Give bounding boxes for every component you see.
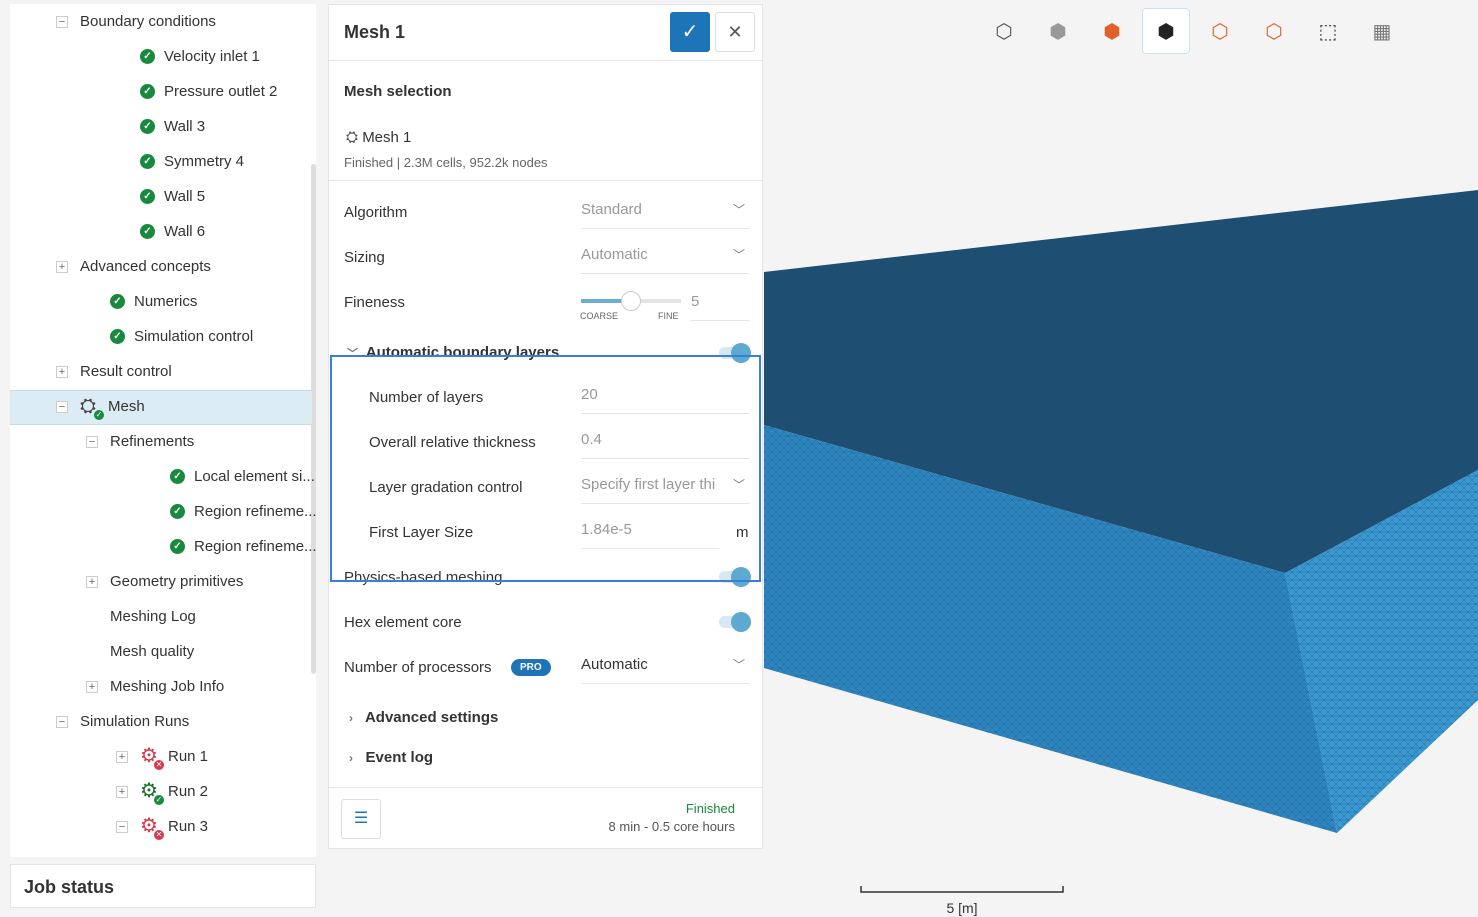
wireframe-view-icon[interactable]: ⬡: [980, 8, 1028, 54]
scale-label: 5 [m]: [946, 900, 977, 916]
view-toolbar: ⬡ ⬢ ⬢ ⬢ ⬡ ⬡ ⬚ ▦: [980, 8, 1406, 54]
surface-selection-icon[interactable]: ⬢: [1142, 8, 1190, 54]
solid-edges-icon[interactable]: ⬢: [1088, 8, 1136, 54]
solid-view-icon[interactable]: ⬢: [1034, 8, 1082, 54]
edge-selection-icon[interactable]: ⬡: [1250, 8, 1298, 54]
mesh-viewport[interactable]: 5 [m]: [0, 0, 1478, 917]
volume-select-icon[interactable]: ▦: [1358, 8, 1406, 54]
box-select-icon[interactable]: ⬚: [1304, 8, 1352, 54]
vertex-selection-icon[interactable]: ⬡: [1196, 8, 1244, 54]
scale-bar: [860, 886, 1064, 893]
